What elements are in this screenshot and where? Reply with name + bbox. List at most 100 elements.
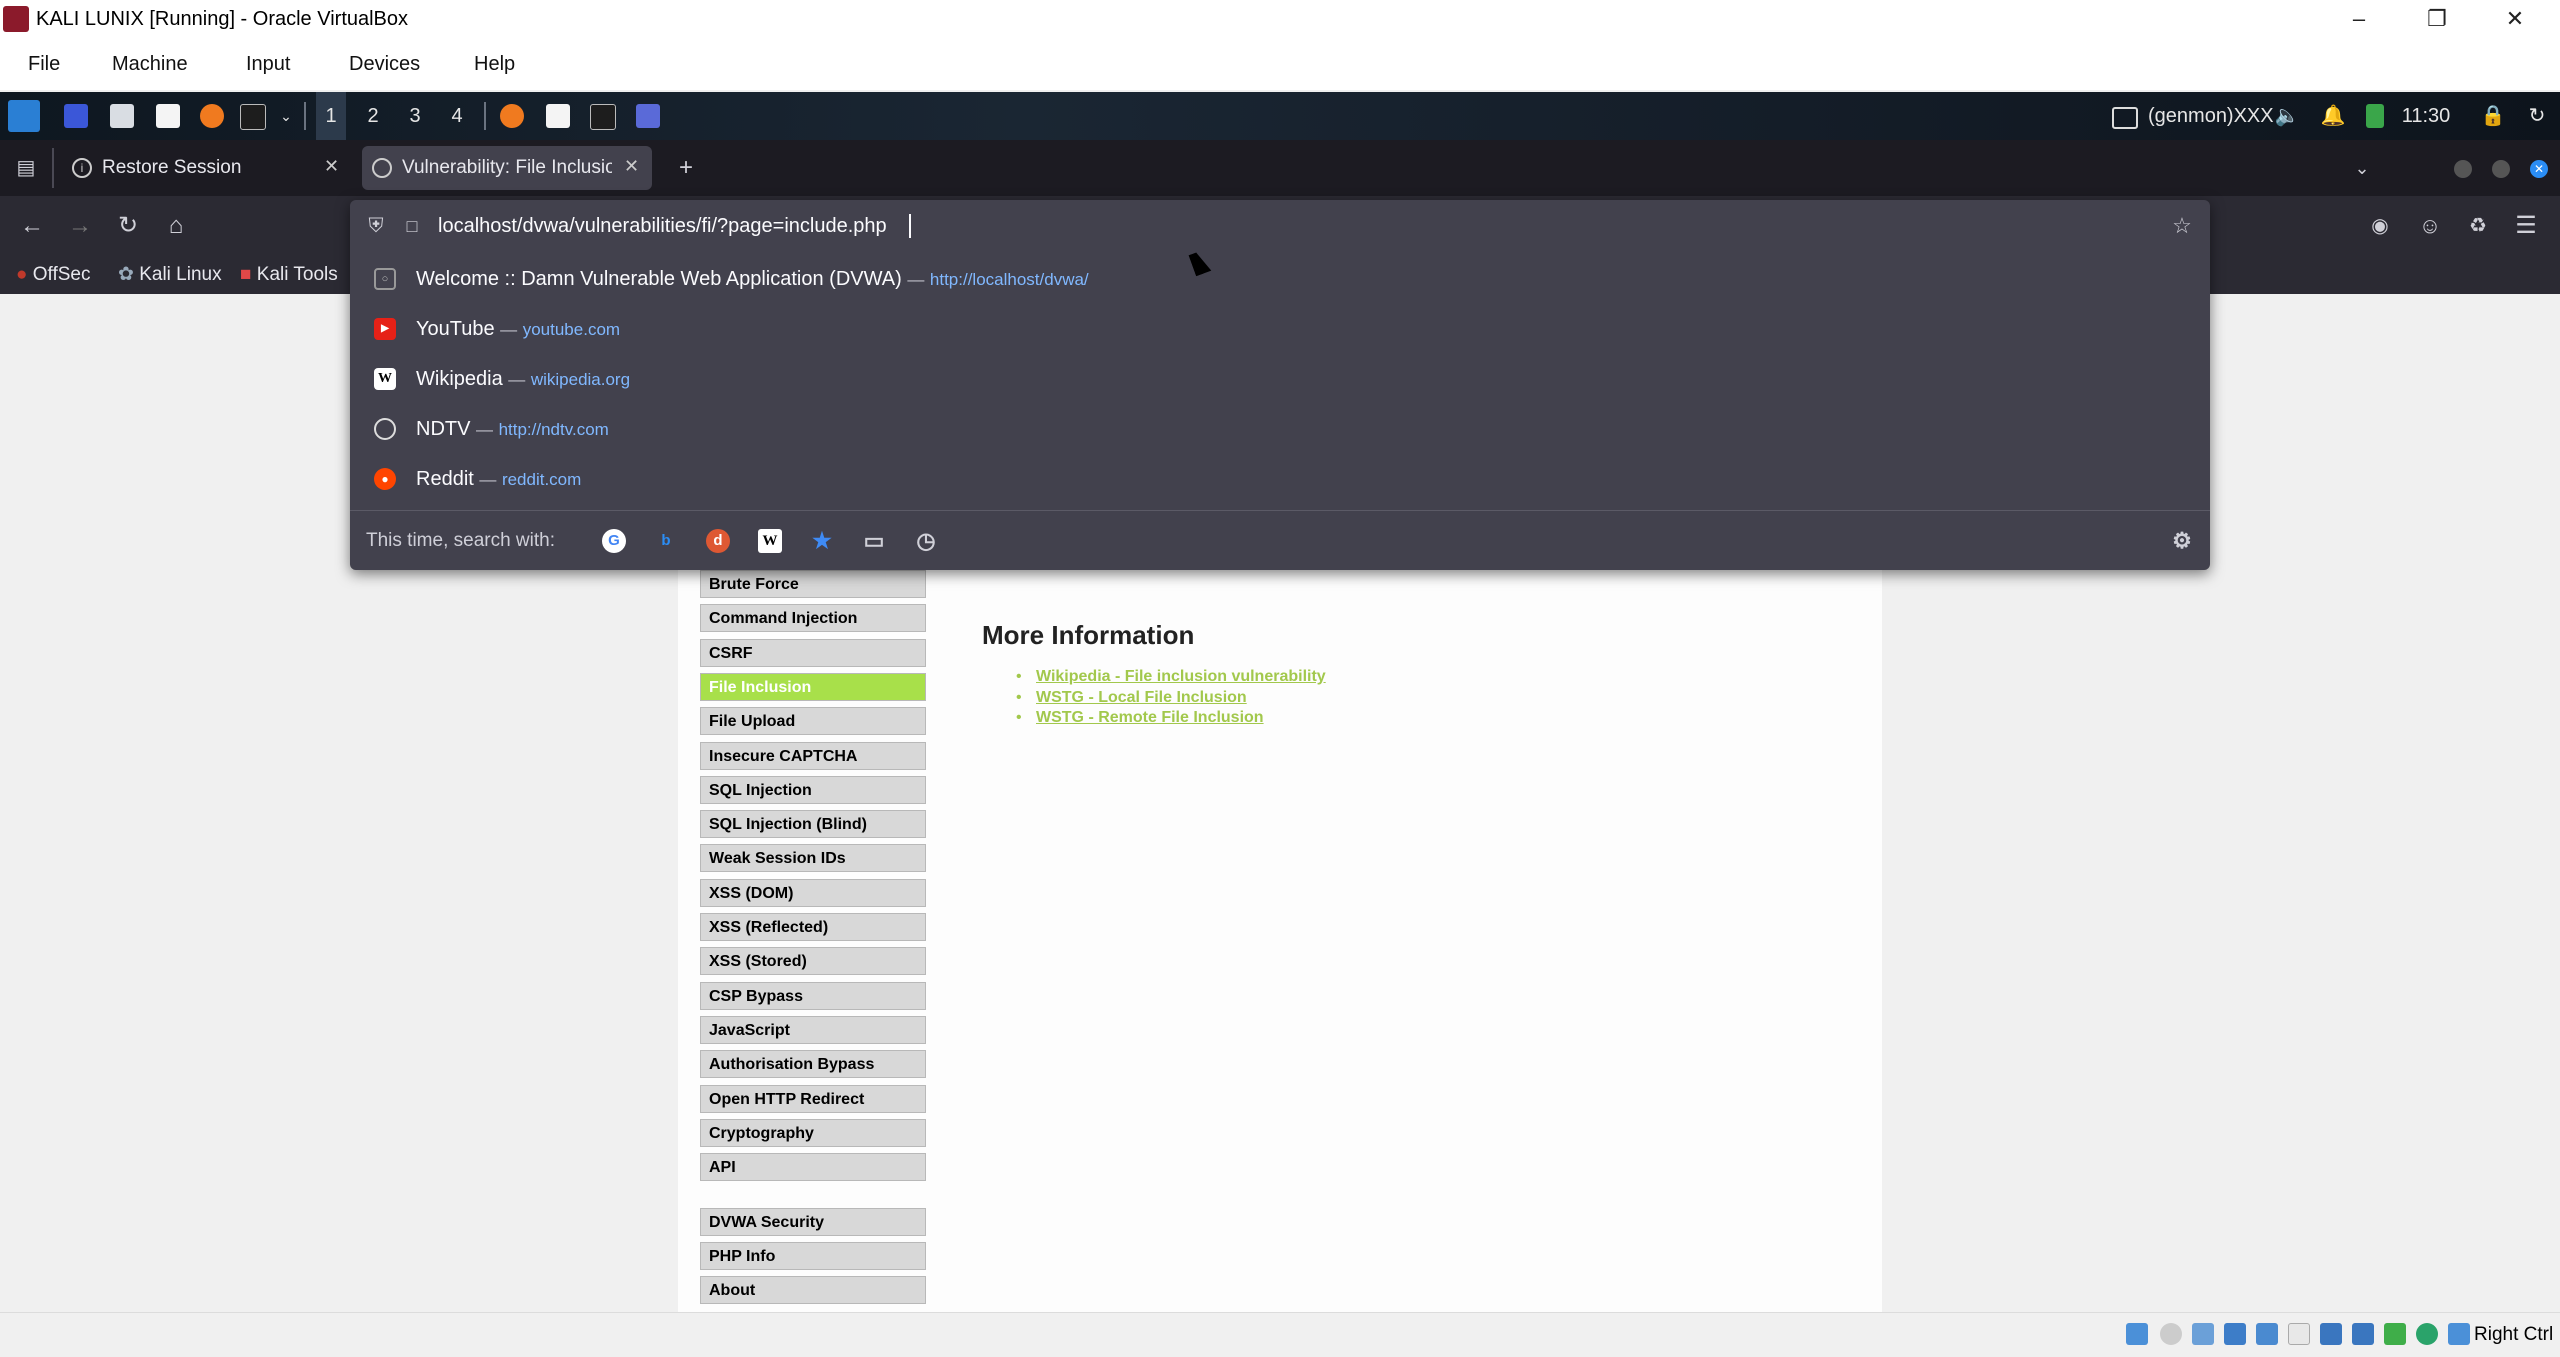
clock[interactable]: 11:30 [2396,92,2456,140]
text-editor-icon[interactable] [156,104,180,128]
mouse-integration-icon[interactable] [2448,1323,2470,1345]
restore-button[interactable]: ❐ [2414,0,2460,38]
recording-icon[interactable] [2352,1323,2374,1345]
optical-drive-icon[interactable] [2160,1323,2182,1345]
shield-icon[interactable]: ⛨ [360,210,392,242]
dvwa-menu2-item[interactable]: PHP Info [700,1242,926,1270]
history-search-icon[interactable]: ◷ [914,529,938,553]
notification-bell-icon[interactable]: 🔔 [2318,92,2348,140]
network-icon[interactable] [2224,1323,2246,1345]
dvwa-menu-item[interactable]: Command Injection [700,604,926,632]
cpu-icon[interactable] [2384,1323,2406,1345]
workspace-1[interactable]: 1 [316,92,346,140]
chevron-down-icon[interactable]: ⌄ [276,92,296,140]
link-wstg-remote[interactable]: WSTG - Remote File Inclusion [1036,709,1264,727]
minimize-button[interactable]: – [2336,0,2382,38]
guest-minimize-icon[interactable] [2454,160,2472,178]
lock-icon[interactable]: 🔒 [2478,92,2508,140]
suggestion-row[interactable]: W Wikipedia — wikipedia.org [350,354,2210,404]
menu-file[interactable]: File [28,38,60,90]
dvwa-menu-item[interactable]: Cryptography [700,1119,926,1147]
menu-devices[interactable]: Devices [349,38,420,90]
suggestion-row[interactable]: ● Reddit — reddit.com [350,454,2210,504]
dvwa-menu-item[interactable]: Open HTTP Redirect [700,1085,926,1113]
dvwa-menu-item[interactable]: XSS (Reflected) [700,913,926,941]
google-icon[interactable]: G [602,529,626,553]
close-button[interactable]: ✕ [2492,0,2538,38]
dvwa-menu-item[interactable]: SQL Injection (Blind) [700,810,926,838]
dvwa-menu-item[interactable]: API [700,1153,926,1181]
url-input[interactable]: localhost/dvwa/vulnerabilities/fi/?page=… [438,200,887,252]
page-icon[interactable]: □ [396,210,428,242]
app-window-icon[interactable] [636,104,660,128]
bookmark-kali-linux[interactable]: ✿ Kali Linux [118,256,222,294]
menu-input[interactable]: Input [246,38,290,90]
volume-icon[interactable]: 🔈 [2272,92,2302,140]
dvwa-menu-item[interactable]: XSS (DOM) [700,879,926,907]
dvwa-menu2-item[interactable]: DVWA Security [700,1208,926,1236]
dvwa-menu-item[interactable]: XSS (Stored) [700,947,926,975]
workspace-3[interactable]: 3 [400,92,430,140]
dvwa-menu-item[interactable]: File Inclusion [700,673,926,701]
hamburger-menu-icon[interactable]: ☰ [2510,210,2542,242]
pocket-icon[interactable]: ◉ [2364,210,2396,242]
bookmark-offsec[interactable]: ● OffSec [16,256,91,294]
firefox-window-icon[interactable] [500,104,524,128]
bing-icon[interactable]: b [654,529,678,553]
account-icon[interactable]: ☺ [2414,210,2446,242]
hdd-icon[interactable] [2126,1323,2148,1345]
reload-icon[interactable]: ↻ [112,210,144,242]
bookmark-kali-tools[interactable]: ■ Kali Tools [240,256,338,294]
duckduckgo-icon[interactable]: d [706,529,730,553]
link-wikipedia-file-inclusion[interactable]: Wikipedia - File inclusion vulnerability [1036,668,1326,686]
suggestion-row[interactable]: ▶ YouTube — youtube.com [350,304,2210,354]
workspace-2[interactable]: 2 [358,92,388,140]
guest-close-icon[interactable]: ✕ [2530,160,2548,178]
extensions-icon[interactable]: ♻ [2462,210,2494,242]
audio-icon[interactable] [2192,1323,2214,1345]
shared-folders-icon[interactable] [2288,1323,2310,1345]
dvwa-menu-item[interactable]: Weak Session IDs [700,844,926,872]
suggestion-row[interactable]: NDTV — http://ndtv.com [350,404,2210,454]
dvwa-menu-item[interactable]: Authorisation Bypass [700,1050,926,1078]
dvwa-menu-item[interactable]: Brute Force [700,570,926,598]
workspace-4[interactable]: 4 [442,92,472,140]
bookmark-star-icon[interactable]: ☆ [2166,210,2198,242]
close-tab-icon[interactable]: ✕ [624,156,639,177]
home-icon[interactable]: ⌂ [160,210,192,242]
suggestion-row[interactable]: ○ Welcome :: Damn Vulnerable Web Applica… [350,254,2210,304]
forward-icon[interactable]: → [64,210,96,242]
dvwa-menu-item[interactable]: CSRF [700,639,926,667]
firefox-view-icon[interactable]: ▤ [10,152,42,184]
desktop-icon[interactable] [64,104,88,128]
usb-icon[interactable] [2256,1323,2278,1345]
dvwa-menu2-item[interactable]: About [700,1276,926,1304]
terminal-window-icon[interactable] [590,104,616,130]
document-window-icon[interactable] [546,104,570,128]
power-icon[interactable]: ↻ [2522,92,2552,140]
tab-file-inclusion[interactable]: Vulnerability: File Inclusio ✕ [362,146,652,190]
firefox-icon[interactable] [200,104,224,128]
tab-restore-session[interactable]: i Restore Session ✕ [62,146,352,190]
menu-help[interactable]: Help [474,38,515,90]
display-icon[interactable] [2112,107,2138,129]
terminal-icon[interactable] [240,104,266,130]
back-icon[interactable]: ← [16,210,48,242]
bookmarks-search-icon[interactable]: ★ [810,529,834,553]
search-settings-icon[interactable]: ⚙ [2170,529,2194,553]
dvwa-menu-item[interactable]: JavaScript [700,1016,926,1044]
file-manager-icon[interactable] [110,104,134,128]
kali-menu-icon[interactable] [8,100,40,132]
dvwa-menu-item[interactable]: SQL Injection [700,776,926,804]
link-wstg-local[interactable]: WSTG - Local File Inclusion [1036,689,1247,707]
dvwa-menu-item[interactable]: CSP Bypass [700,982,926,1010]
guest-maximize-icon[interactable] [2492,160,2510,178]
battery-icon[interactable] [2366,104,2384,128]
close-tab-icon[interactable]: ✕ [324,156,339,177]
menu-machine[interactable]: Machine [112,38,188,90]
tabs-search-icon[interactable]: ▭ [862,529,886,553]
guest-additions-icon[interactable] [2416,1323,2438,1345]
new-tab-icon[interactable]: + [670,152,702,184]
wikipedia-search-icon[interactable]: W [758,529,782,553]
dvwa-menu-item[interactable]: File Upload [700,707,926,735]
